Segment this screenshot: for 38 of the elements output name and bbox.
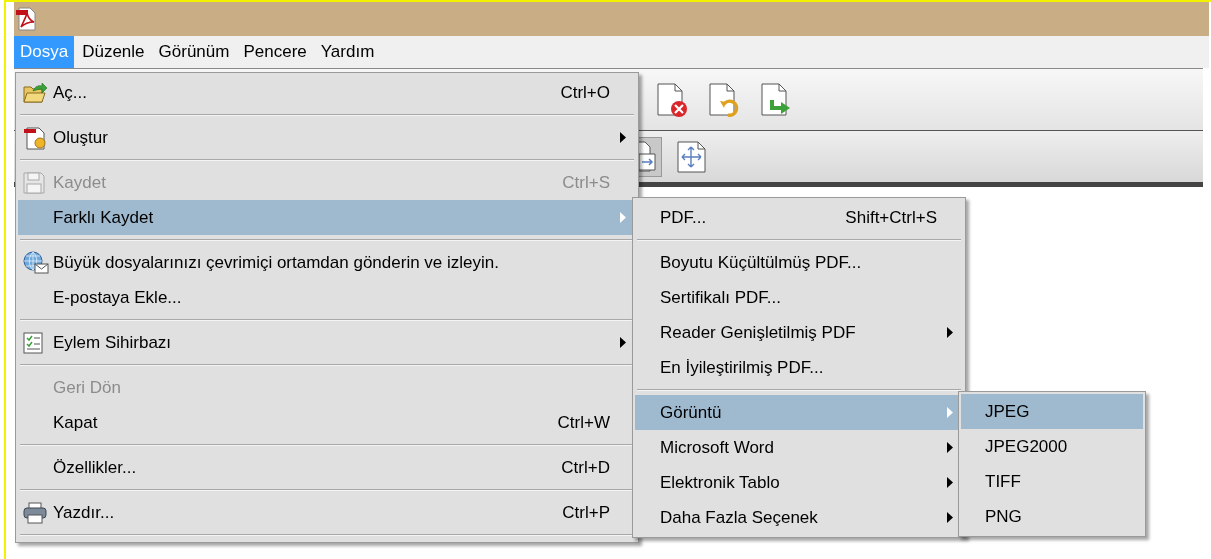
shortcut-text: Ctrl+D <box>561 456 610 479</box>
menu-item[interactable]: Büyük dosyalarınızı çevrimiçi ortamdan gönderin ve izleyin. <box>18 245 636 280</box>
menu-item[interactable]: PNG <box>961 499 1143 534</box>
globe-mail-icon <box>23 250 49 275</box>
shortcut-text: Ctrl+W <box>557 411 610 434</box>
menu-item[interactable]: Oluştur <box>18 120 636 155</box>
shortcut-text: Ctrl+P <box>562 501 610 524</box>
fit-page-icon[interactable] <box>676 139 708 174</box>
menu-item[interactable]: JPEG2000 <box>961 429 1143 464</box>
printer-icon <box>23 501 47 524</box>
menu-item[interactable]: Microsoft Word <box>635 430 963 465</box>
menu-item[interactable]: Boyutu Küçültülmüş PDF... <box>635 245 963 280</box>
pdf-logo-icon <box>16 7 36 31</box>
menu-item[interactable]: Reader Genişletilmiş PDF <box>635 315 963 350</box>
menu-bar-item[interactable]: Düzenle <box>76 36 151 68</box>
checklist-icon <box>23 331 43 354</box>
open-folder-icon <box>23 81 47 104</box>
shortcut-text: Shift+Ctrl+S <box>845 206 937 229</box>
document-rotate-icon[interactable] <box>707 81 741 118</box>
menu-item[interactable]: Sertifikalı PDF... <box>635 280 963 315</box>
menu-item[interactable]: Kapat Ctrl+W <box>18 405 636 440</box>
menu-bar-item[interactable]: Pencere <box>237 36 313 68</box>
menu-item[interactable]: E-postaya Ekle... <box>18 280 636 315</box>
menu-bar-item[interactable]: Yardım <box>314 36 381 68</box>
close-document-icon[interactable] <box>655 81 689 118</box>
menu-item[interactable]: En İyileştirilmiş PDF... <box>635 350 963 385</box>
menu-bar-item[interactable]: Görünüm <box>152 36 236 68</box>
menu-item[interactable]: TIFF <box>961 464 1143 499</box>
menu-item[interactable]: PDF... Shift+Ctrl+S <box>635 200 963 235</box>
menu-item[interactable]: Daha Fazla Seçenek <box>635 500 963 535</box>
menu-item[interactable]: Elektronik Tablo <box>635 465 963 500</box>
menu-item[interactable]: Özellikler... Ctrl+D <box>18 450 636 485</box>
shortcut-text: Ctrl+O <box>560 81 610 104</box>
menu-item[interactable]: Yazdır... Ctrl+P <box>18 495 636 530</box>
menu-item[interactable]: JPEG <box>961 394 1143 429</box>
menu-item[interactable]: Eylem Sihirbazı <box>18 325 636 360</box>
new-document-icon <box>23 125 47 150</box>
shortcut-text: Ctrl+S <box>562 171 610 194</box>
